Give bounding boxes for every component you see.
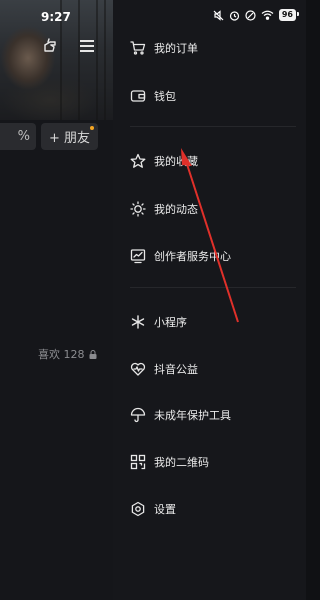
likes-label: 喜欢 128 [38,348,85,361]
menu-item-label: 抖音公益 [154,363,198,376]
add-friend-button[interactable]: + 朋友 [41,123,98,150]
percent-chip: % [0,123,36,150]
battery-indicator: 96 [278,9,300,21]
menu-item-label: 创作者服务中心 [154,250,231,263]
umbrella-icon [130,407,146,423]
lock-icon [89,349,96,359]
wifi-icon [261,10,274,20]
menu-item-label: 设置 [154,503,176,516]
menu-item-label: 钱包 [154,90,176,103]
side-drawer: 96 我的订单 钱包 我的收藏 我的动态 创作者服务中心 小程序 抖音公益 未成… [113,0,306,600]
menu-item-favorites[interactable]: 我的收藏 [113,144,306,178]
likes-tab[interactable]: 喜欢 128 [38,346,97,362]
asterisk-icon [130,314,146,330]
alarm-icon [229,10,239,21]
divider [130,126,296,127]
star-icon [130,153,146,169]
menu-item-charity[interactable]: 抖音公益 [113,352,306,386]
mute-icon [213,9,224,21]
status-icons: 96 [213,9,300,21]
heart-icon [130,361,146,377]
menu-item-creator-center[interactable]: 创作者服务中心 [113,239,306,273]
menu-item-label: 我的订单 [154,42,198,55]
divider [130,287,296,288]
menu-item-mini-programs[interactable]: 小程序 [113,305,306,339]
qrcode-icon [130,454,146,470]
menu-item-label: 我的动态 [154,203,198,216]
gear-icon [130,501,146,517]
menu-item-label: 未成年保护工具 [154,409,231,422]
menu-item-orders[interactable]: 我的订单 [113,31,306,65]
hand-icon[interactable] [41,37,59,55]
menu-icon[interactable] [80,40,94,52]
wallet-icon [130,88,146,104]
profile-background: 9:27 % + 朋友 喜欢 128 [0,0,113,600]
sun-icon [130,201,146,217]
chart-icon [130,248,146,264]
cart-icon [130,40,146,56]
menu-item-label: 小程序 [154,316,187,329]
menu-item-qrcode[interactable]: 我的二维码 [113,445,306,479]
no-disturb-icon [245,9,256,21]
menu-item-label: 我的收藏 [154,155,198,168]
add-friend-label: + 朋友 [48,131,91,146]
notification-dot [90,126,94,130]
menu-item-wallet[interactable]: 钱包 [113,79,306,113]
menu-item-moments[interactable]: 我的动态 [113,192,306,226]
status-time: 9:27 [41,10,71,24]
menu-item-settings[interactable]: 设置 [113,492,306,526]
menu-item-minor-protection[interactable]: 未成年保护工具 [113,398,306,432]
menu-item-label: 我的二维码 [154,456,209,469]
